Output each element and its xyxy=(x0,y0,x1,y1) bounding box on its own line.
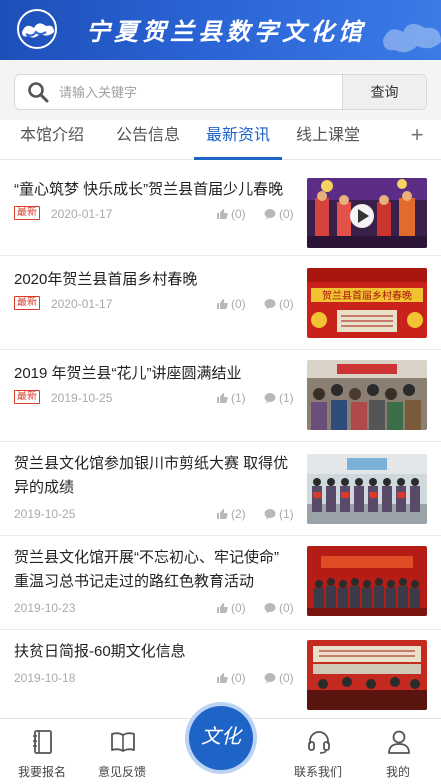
tab-latest-news[interactable]: 最新资讯 xyxy=(194,120,282,160)
app-title: 宁夏贺兰县数字文化馆 xyxy=(86,17,366,46)
award-ceremony-image xyxy=(307,454,427,524)
tab-about[interactable]: 本馆介绍 xyxy=(14,120,90,160)
spring-gala-poster-image: 贺兰县首届乡村春晚 xyxy=(307,268,427,338)
comment-count-text: (0) xyxy=(279,601,294,615)
headset-icon xyxy=(308,731,330,754)
add-tab-icon[interactable]: + xyxy=(405,120,429,152)
nav-contact[interactable]: 联系我们 xyxy=(278,719,358,784)
latest-badge: 最新 xyxy=(14,390,40,404)
news-date: 2020-01-17 xyxy=(51,207,113,221)
nav-feedback[interactable]: 意见反馈 xyxy=(82,719,162,784)
latest-badge: 最新 xyxy=(14,206,40,220)
news-item[interactable]: “童心筑梦 快乐成长”贺兰县首届少儿春晚 最新 2020-01-17 (0) (… xyxy=(0,168,441,256)
news-meta: 最新 2020-01-17 (0) (0) xyxy=(14,206,296,222)
thumbs-up-icon xyxy=(217,393,228,403)
nav-signup-label: 我要报名 xyxy=(17,765,66,779)
news-item[interactable]: 贺兰县文化馆参加银川市剪纸大赛 取得优异的成绩 2019-10-25 (2) (… xyxy=(0,442,441,536)
comment-bubble-icon xyxy=(264,673,276,684)
news-title[interactable]: 2019 年贺兰县“花儿”讲座圆满结业 xyxy=(14,362,296,386)
news-item[interactable]: 2020年贺兰县首届乡村春晚 最新 2020-01-17 (0) (0) 贺兰县… xyxy=(0,256,441,350)
news-date: 2020-01-17 xyxy=(51,297,113,311)
news-meta: 最新 2019-10-25 (1) (1) xyxy=(14,390,296,406)
news-thumbnail-video[interactable] xyxy=(307,178,427,248)
news-thumbnail[interactable] xyxy=(307,360,427,430)
news-title[interactable]: 贺兰县文化馆开展“不忘初心、牢记使命” 重温习总书记走过的路红色教育活动 xyxy=(14,546,296,594)
thumbs-up-icon xyxy=(217,299,228,309)
news-meta: 最新 2020-01-17 (0) (0) xyxy=(14,296,296,312)
comment-count-text: (0) xyxy=(279,207,294,221)
thumbs-up-icon xyxy=(217,509,228,519)
like-count-text: (0) xyxy=(231,671,246,685)
nav-feedback-label: 意见反馈 xyxy=(97,765,146,779)
news-meta: 2019-10-25 (2) (1) xyxy=(14,506,296,522)
auspicious-cloud-logo-icon xyxy=(17,9,57,49)
news-thumbnail[interactable] xyxy=(307,546,427,616)
news-date: 2019-10-23 xyxy=(14,601,76,615)
comment-count-text: (0) xyxy=(279,671,294,685)
thumbs-up-icon xyxy=(217,673,228,683)
like-count-text: (1) xyxy=(231,391,246,405)
comment-bubble-icon xyxy=(264,209,276,220)
nav-mine[interactable]: 我的 xyxy=(358,719,438,784)
news-meta: 2019-10-18 (0) (0) xyxy=(14,670,296,686)
category-tabs: 本馆介绍 公告信息 最新资讯 线上课堂 + xyxy=(0,120,441,160)
news-title[interactable]: 贺兰县文化馆参加银川市剪纸大赛 取得优异的成绩 xyxy=(14,452,296,500)
news-item[interactable]: 贺兰县文化馆开展“不忘初心、牢记使命” 重温习总书记走过的路红色教育活动 201… xyxy=(0,536,441,630)
nav-mine-label: 我的 xyxy=(385,765,410,779)
comment-bubble-icon xyxy=(264,393,276,404)
poverty-relief-event-image xyxy=(307,640,427,710)
search-box: 查询 xyxy=(14,74,427,110)
comment-count-text: (1) xyxy=(279,507,294,521)
notebook-icon xyxy=(33,730,52,754)
like-count-text: (2) xyxy=(231,507,246,521)
comment-count-text: (0) xyxy=(279,297,294,311)
search-button[interactable]: 查询 xyxy=(342,75,426,109)
news-meta: 2019-10-23 (0) (0) xyxy=(14,600,296,616)
nav-contact-label: 联系我们 xyxy=(293,765,342,779)
news-item[interactable]: 2019 年贺兰县“花儿”讲座圆满结业 最新 2019-10-25 (1) (1… xyxy=(0,350,441,442)
thumbs-up-icon xyxy=(217,603,228,613)
decorative-cloud-icon xyxy=(383,23,441,53)
poster-banner-text: 贺兰县首届乡村春晚 xyxy=(322,289,412,302)
comment-bubble-icon xyxy=(264,299,276,310)
news-date: 2019-10-25 xyxy=(14,507,76,521)
search-icon xyxy=(28,82,49,103)
user-icon xyxy=(388,730,410,754)
thumbs-up-icon xyxy=(217,209,228,219)
like-count-text: (0) xyxy=(231,207,246,221)
latest-badge: 最新 xyxy=(14,296,40,310)
comment-count-text: (1) xyxy=(279,391,294,405)
lecture-crowd-image xyxy=(307,360,427,430)
tab-announcements[interactable]: 公告信息 xyxy=(104,120,192,160)
news-date: 2019-10-25 xyxy=(51,391,113,405)
culture-center-button[interactable]: 文化 xyxy=(189,706,253,770)
app-header: 宁夏贺兰县数字文化馆 xyxy=(0,0,441,60)
search-input[interactable] xyxy=(59,75,341,109)
nav-signup[interactable]: 我要报名 xyxy=(2,719,82,784)
news-date: 2019-10-18 xyxy=(14,671,76,685)
culture-center-label: 文化 xyxy=(201,724,241,748)
news-title[interactable]: “童心筑梦 快乐成长”贺兰县首届少儿春晚 xyxy=(14,178,296,202)
comment-bubble-icon xyxy=(264,603,276,614)
comment-bubble-icon xyxy=(264,509,276,520)
news-title[interactable]: 2020年贺兰县首届乡村春晚 xyxy=(14,268,296,292)
open-book-icon xyxy=(111,732,135,752)
news-item[interactable]: 扶贫日简报-60期文化信息 2019-10-18 (0) (0) xyxy=(0,630,441,718)
tab-online-class[interactable]: 线上课堂 xyxy=(284,120,372,160)
news-thumbnail[interactable] xyxy=(307,640,427,710)
red-education-group-photo xyxy=(307,546,427,616)
like-count-text: (0) xyxy=(231,297,246,311)
news-thumbnail[interactable] xyxy=(307,454,427,524)
like-count-text: (0) xyxy=(231,601,246,615)
search-bar: 查询 xyxy=(0,60,441,120)
news-title[interactable]: 扶贫日简报-60期文化信息 xyxy=(14,640,296,664)
stage-performance-image xyxy=(307,178,427,248)
news-thumbnail[interactable]: 贺兰县首届乡村春晚 xyxy=(307,268,427,338)
